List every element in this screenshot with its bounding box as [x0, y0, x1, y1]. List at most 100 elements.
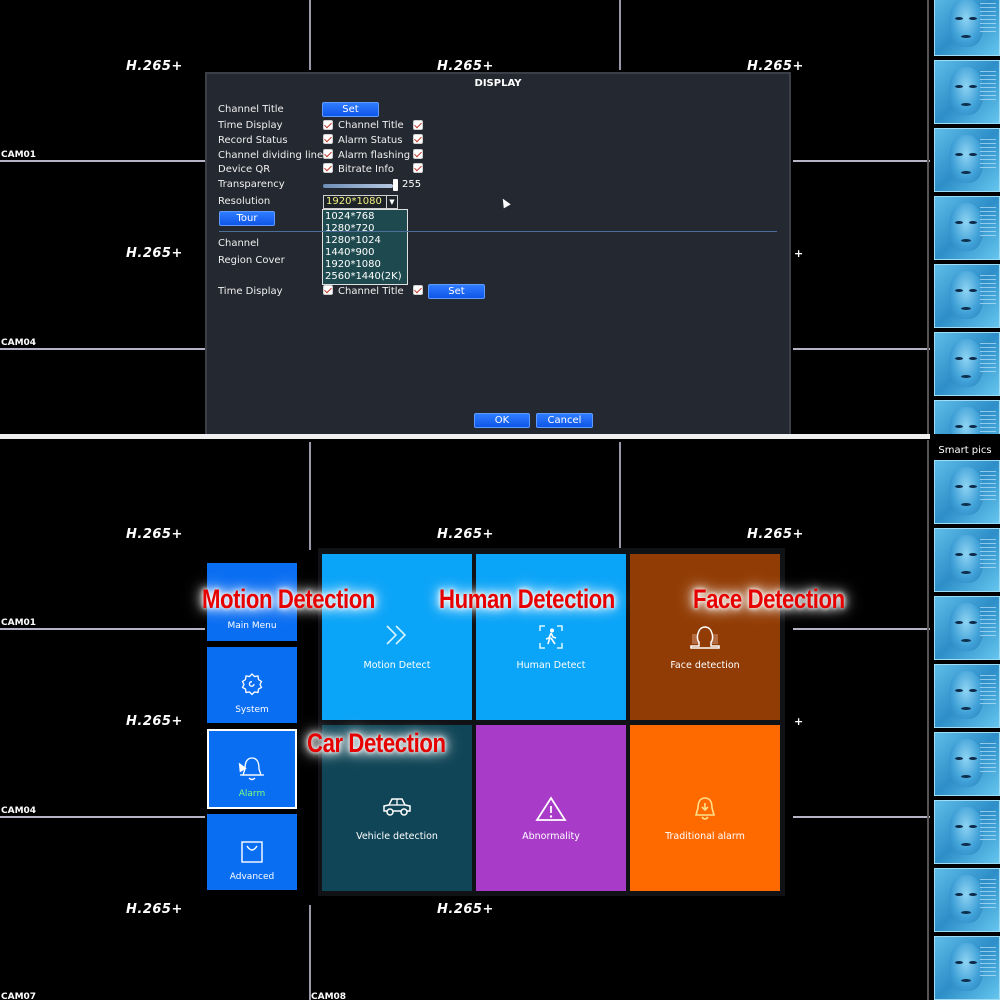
transparency-value: 255: [402, 179, 422, 190]
channel-dividing-line-checkbox[interactable]: [323, 149, 333, 159]
transparency-slider-track[interactable]: [323, 184, 393, 188]
face-thumbnail[interactable]: [934, 936, 1000, 1000]
tile-abnormality[interactable]: Abnormality: [476, 725, 626, 891]
record-status-checkbox[interactable]: [323, 134, 333, 144]
resolution-label: Resolution: [218, 196, 271, 207]
alarm-status-label: Alarm Status: [338, 135, 403, 146]
face-thumbnail[interactable]: [934, 868, 1000, 932]
face-thumbnail[interactable]: [934, 332, 1000, 396]
ok-button[interactable]: OK: [474, 413, 530, 428]
channel-title-set-button[interactable]: Set: [322, 102, 379, 117]
bitrate-info-label: Bitrate Info: [338, 164, 394, 175]
double-chevron-right-icon: [384, 624, 410, 650]
time-display-checkbox[interactable]: [323, 120, 333, 130]
channel-title-checkbox-2[interactable]: [413, 285, 423, 295]
alarm-status-checkbox[interactable]: [413, 134, 423, 144]
face-thumbnail[interactable]: [934, 264, 1000, 328]
resolution-option[interactable]: 1440*900: [325, 247, 375, 259]
face-thumbnail[interactable]: [934, 664, 1000, 728]
side-menu-label: Main Menu: [227, 621, 277, 631]
codec-label: H.265+: [126, 714, 183, 729]
crosshair-icon: +: [794, 715, 804, 728]
grid-divider: [793, 628, 930, 630]
camera-label: CAM01: [1, 150, 37, 160]
resolution-option[interactable]: 1280*1024: [325, 235, 381, 247]
codec-label: H.265+: [126, 527, 183, 542]
channel-title-label: Channel Title: [338, 120, 404, 131]
device-qr-checkbox[interactable]: [323, 163, 333, 173]
dialog-divider: [219, 231, 777, 232]
cancel-button[interactable]: Cancel: [536, 413, 593, 428]
tile-label: Face detection: [670, 660, 740, 671]
side-menu-label: Advanced: [229, 872, 275, 882]
warning-triangle-icon: [535, 795, 567, 827]
face-thumbnail[interactable]: [934, 128, 1000, 192]
transparency-slider-handle[interactable]: [393, 179, 398, 191]
camera-label: CAM07: [1, 992, 37, 1000]
codec-label: H.265+: [126, 246, 183, 261]
resolution-select[interactable]: 1920*1080 ▼: [323, 195, 398, 209]
channel-set-button[interactable]: Set: [428, 284, 485, 299]
alarm-bell-icon: [691, 795, 719, 827]
alarm-flashing-checkbox[interactable]: [413, 149, 423, 159]
record-status-label: Record Status: [218, 135, 288, 146]
face-thumbnail[interactable]: [934, 60, 1000, 124]
channel-label: Channel: [218, 238, 260, 249]
grid-divider: [0, 160, 205, 162]
tile-human-detect[interactable]: Human Detect: [476, 554, 626, 720]
channel-title-checkbox[interactable]: [413, 120, 423, 130]
tile-label: Abnormality: [522, 831, 580, 842]
tile-label: Human Detect: [516, 660, 586, 671]
tile-motion-detect[interactable]: Motion Detect: [322, 554, 472, 720]
resolution-option[interactable]: 1024*768: [325, 211, 375, 223]
grid-divider: [619, 0, 621, 70]
smart-pics-column: [930, 440, 1000, 1000]
face-thumbnail[interactable]: [934, 528, 1000, 592]
tile-label: Motion Detect: [363, 660, 431, 671]
camera-label: CAM01: [1, 618, 37, 628]
face-outline-icon: [687, 624, 723, 654]
face-thumbnail[interactable]: [934, 0, 1000, 56]
crosshair-icon: +: [794, 247, 804, 260]
side-menu-alarm[interactable]: Alarm: [207, 729, 297, 809]
tile-traditional-alarm[interactable]: Traditional alarm: [630, 725, 780, 891]
grid-divider: [0, 348, 205, 350]
face-thumbnail[interactable]: [934, 732, 1000, 796]
codec-label: H.265+: [126, 902, 183, 917]
side-menu-advanced[interactable]: Advanced: [207, 814, 297, 890]
grid-divider: [927, 440, 929, 1000]
transparency-label: Transparency: [218, 179, 285, 190]
face-thumbnail[interactable]: [934, 400, 1000, 434]
grid-divider: [309, 905, 311, 1000]
resolution-option[interactable]: 2560*1440(2K): [325, 271, 402, 283]
codec-label: H.265+: [747, 527, 804, 542]
walking-person-icon: [538, 624, 564, 654]
grid-divider: [793, 348, 930, 350]
time-display-label: Time Display: [218, 120, 283, 131]
annotation-face-detection: Face Detection: [693, 584, 845, 614]
alarm-flashing-label: Alarm flashing: [338, 150, 411, 161]
top-camera-view: H.265+ H.265+ H.265+ H.265+ + CAM01 CAM0…: [0, 0, 1000, 434]
face-thumbnail[interactable]: [934, 196, 1000, 260]
face-thumbnail[interactable]: [934, 460, 1000, 524]
side-menu-system[interactable]: System: [207, 647, 297, 723]
dialog-title: DISPLAY: [474, 78, 522, 89]
resolution-selected-value: 1920*1080: [326, 196, 382, 207]
side-menu-label: System: [235, 705, 269, 715]
camera-label: CAM04: [1, 338, 37, 348]
channel-title-label-2: Channel Title: [338, 286, 404, 297]
gear-icon: [239, 671, 265, 701]
time-display-checkbox-2[interactable]: [323, 285, 333, 295]
grid-divider: [309, 442, 311, 550]
bitrate-info-checkbox[interactable]: [413, 163, 423, 173]
grid-divider: [0, 628, 205, 630]
resolution-option[interactable]: 1920*1080: [325, 259, 381, 271]
annotation-car-detection: Car Detection: [307, 728, 446, 758]
chevron-down-icon[interactable]: ▼: [386, 196, 397, 208]
resolution-option[interactable]: 1280*720: [325, 223, 375, 235]
face-thumbnail[interactable]: [934, 800, 1000, 864]
tour-button[interactable]: Tour: [219, 211, 275, 226]
tile-face-detection[interactable]: Face detection: [630, 554, 780, 720]
face-thumbnail[interactable]: [934, 596, 1000, 660]
grid-divider: [793, 816, 930, 818]
